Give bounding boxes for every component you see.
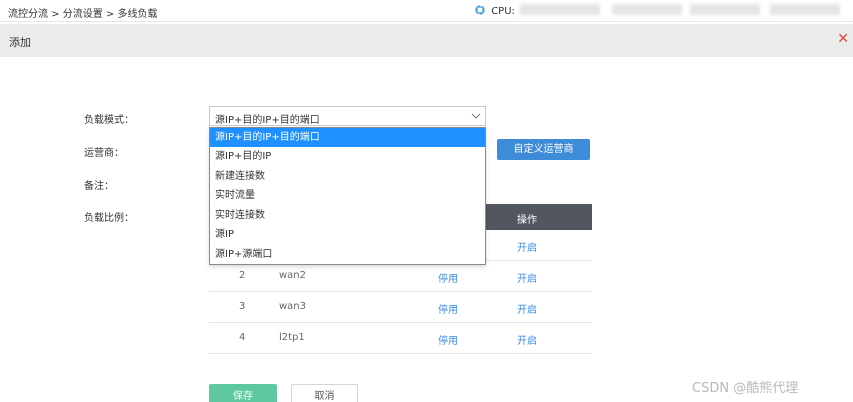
row-number: 2 [239, 270, 246, 281]
mode-dropdown-list: 源IP+目的IP+目的端口 源IP+目的IP 新建连接数 实时流量 实时连接数 … [209, 127, 486, 265]
table-row: 3 wan3 停用 开启 [209, 292, 592, 323]
mode-select[interactable]: 源IP+目的IP+目的端口 [209, 106, 486, 126]
blurred-status [612, 4, 682, 15]
disable-link[interactable]: 停用 [438, 301, 458, 316]
top-bar: 流控分流 > 分流设置 > 多线负载 CPU: [0, 0, 853, 22]
close-icon[interactable]: ✕ [837, 31, 849, 47]
watermark: CSDN @酷熊代理 [692, 381, 799, 396]
disable-link[interactable]: 停用 [438, 270, 458, 285]
save-button[interactable]: 保存 [209, 384, 277, 402]
blurred-status [770, 4, 840, 15]
row-number: 3 [239, 301, 246, 312]
op-column-header: 操作 [517, 215, 537, 226]
dropdown-option[interactable]: 源IP+源端口 [210, 245, 485, 264]
enable-link[interactable]: 开启 [517, 270, 537, 285]
dropdown-option[interactable]: 实时流量 [210, 186, 485, 205]
mode-label: 负载模式： [84, 115, 134, 126]
carrier-label: 运营商： [84, 148, 124, 159]
row-line-name: wan2 [279, 270, 307, 281]
row-line-name: l2tp1 [279, 332, 305, 343]
row-line-name: wan3 [279, 301, 307, 312]
blurred-status [520, 4, 600, 15]
dialog-title: 添加 [9, 36, 31, 49]
cpu-icon [475, 5, 485, 15]
table-row: 2 wan2 停用 开启 [209, 261, 592, 292]
note-label: 备注： [84, 181, 114, 192]
mode-select-value: 源IP+目的IP+目的端口 [215, 115, 320, 126]
dropdown-option[interactable]: 源IP [210, 225, 485, 244]
blurred-status [690, 4, 760, 15]
disable-link[interactable]: 停用 [438, 332, 458, 347]
cancel-button[interactable]: 取消 [291, 384, 358, 402]
enable-link[interactable]: 开启 [517, 332, 537, 347]
enable-link[interactable]: 开启 [517, 239, 537, 254]
table-row: 4 l2tp1 停用 开启 [209, 323, 592, 354]
dropdown-option[interactable]: 源IP+目的IP [210, 147, 485, 166]
dropdown-option[interactable]: 实时连接数 [210, 206, 485, 225]
dialog-title-bar: 添加 ✕ [0, 24, 853, 57]
breadcrumb: 流控分流 > 分流设置 > 多线负载 [8, 9, 158, 20]
chevron-down-icon [471, 113, 481, 119]
dropdown-option[interactable]: 新建连接数 [210, 167, 485, 186]
row-number: 4 [239, 332, 246, 343]
custom-carrier-button[interactable]: 自定义运营商 [497, 139, 590, 160]
dropdown-option[interactable]: 源IP+目的IP+目的端口 [210, 128, 485, 147]
cpu-status: CPU: [474, 5, 515, 17]
enable-link[interactable]: 开启 [517, 301, 537, 316]
ratio-label: 负载比例： [84, 213, 134, 224]
cpu-label: CPU: [491, 6, 515, 17]
